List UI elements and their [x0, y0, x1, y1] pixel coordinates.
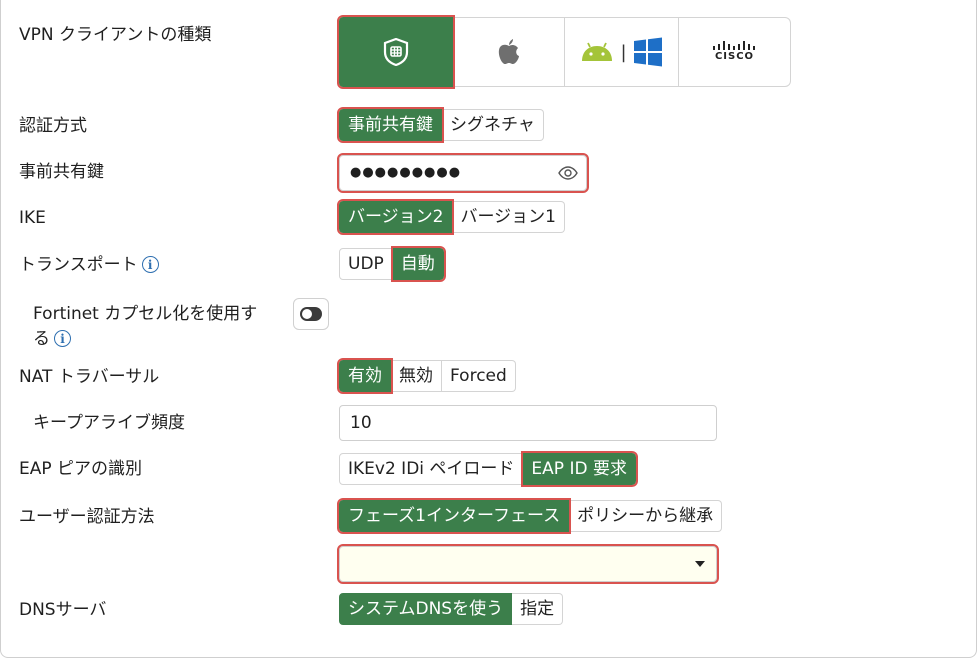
vpn-type-selector: | CISCO	[337, 15, 791, 89]
auth-method-signature-button[interactable]: シグネチャ	[442, 109, 544, 141]
fortinet-encap-label-text: る	[33, 329, 50, 349]
switch-track	[300, 307, 322, 321]
ike-version-toggle: バージョン2 バージョン1	[336, 199, 565, 235]
transport-toggle: UDP 自動	[339, 246, 446, 282]
dns-server-toggle: システムDNSを使う 指定	[339, 593, 564, 625]
chevron-down-icon	[695, 561, 705, 567]
dns-specify-button[interactable]: 指定	[512, 593, 564, 625]
keepalive-input[interactable]: 10	[339, 405, 717, 441]
user-auth-toggle: フェーズ1インターフェース ポリシーから継承	[336, 498, 723, 534]
fortinet-encap-switch[interactable]	[293, 298, 329, 330]
dns-server-label: DNSサーバ	[19, 600, 107, 620]
transport-label-text: トランスポート	[19, 255, 138, 275]
user-group-select[interactable]	[337, 544, 719, 584]
info-icon[interactable]: i	[54, 330, 71, 347]
nat-disable-button[interactable]: 無効	[391, 360, 442, 392]
cisco-icon	[712, 41, 755, 50]
info-icon[interactable]: i	[141, 256, 159, 273]
eap-id-request-button[interactable]: EAP ID 要求	[521, 451, 638, 487]
psk-label: 事前共有鍵	[19, 162, 104, 182]
transport-label: トランスポート i	[19, 253, 159, 277]
auth-method-label: 認証方式	[19, 116, 87, 136]
eap-peer-label: EAP ピアの識別	[19, 459, 143, 479]
eap-peer-toggle: IKEv2 IDi ペイロード EAP ID 要求	[339, 451, 638, 487]
auth-method-toggle: 事前共有鍵 シグネチャ	[337, 107, 544, 143]
nat-enable-button[interactable]: 有効	[337, 358, 393, 394]
windows-icon	[633, 37, 662, 67]
fortinet-encap-label-line1: Fortinet カプセル化を使用す	[33, 304, 258, 324]
android-icon	[582, 42, 613, 61]
vpn-type-label: VPN クライアントの種類	[19, 25, 212, 45]
vendor-separator: |	[620, 41, 627, 63]
transport-udp-button[interactable]: UDP	[339, 248, 393, 280]
ike-version2-button[interactable]: バージョン2	[336, 199, 455, 235]
vpn-type-cisco-button[interactable]: CISCO	[679, 17, 791, 87]
fortinet-shield-icon	[383, 38, 409, 66]
transport-auto-button[interactable]: 自動	[390, 246, 446, 282]
psk-field[interactable]: ●●●●●●●●●	[337, 153, 589, 193]
nat-traversal-label: NAT トラバーサル	[19, 367, 160, 387]
user-auth-phase1-button[interactable]: フェーズ1インターフェース	[336, 498, 572, 534]
nat-forced-button[interactable]: Forced	[442, 360, 516, 392]
keepalive-label: キープアライブ頻度	[33, 413, 185, 433]
ike-label: IKE	[19, 208, 46, 228]
vpn-type-apple-button[interactable]	[453, 17, 565, 87]
vpn-type-android-windows-button[interactable]: |	[565, 17, 679, 87]
switch-knob	[302, 309, 312, 319]
ike-version1-button[interactable]: バージョン1	[452, 201, 565, 233]
cisco-wordmark: CISCO	[714, 51, 755, 62]
eap-ikev2-idi-button[interactable]: IKEv2 IDi ペイロード	[339, 453, 524, 485]
apple-icon	[498, 39, 519, 64]
user-auth-inherit-policy-button[interactable]: ポリシーから継承	[569, 500, 723, 532]
auth-method-psk-button[interactable]: 事前共有鍵	[337, 107, 444, 143]
dns-system-button[interactable]: システムDNSを使う	[339, 593, 513, 625]
nat-traversal-toggle: 有効 無効 Forced	[337, 358, 516, 394]
psk-value: ●●●●●●●●●	[350, 165, 462, 180]
vpn-type-fortinet-button[interactable]	[337, 15, 455, 89]
fortinet-encap-label-line2: るi	[33, 327, 71, 351]
eye-icon[interactable]	[558, 166, 578, 180]
user-auth-label: ユーザー認証方法	[19, 507, 155, 527]
